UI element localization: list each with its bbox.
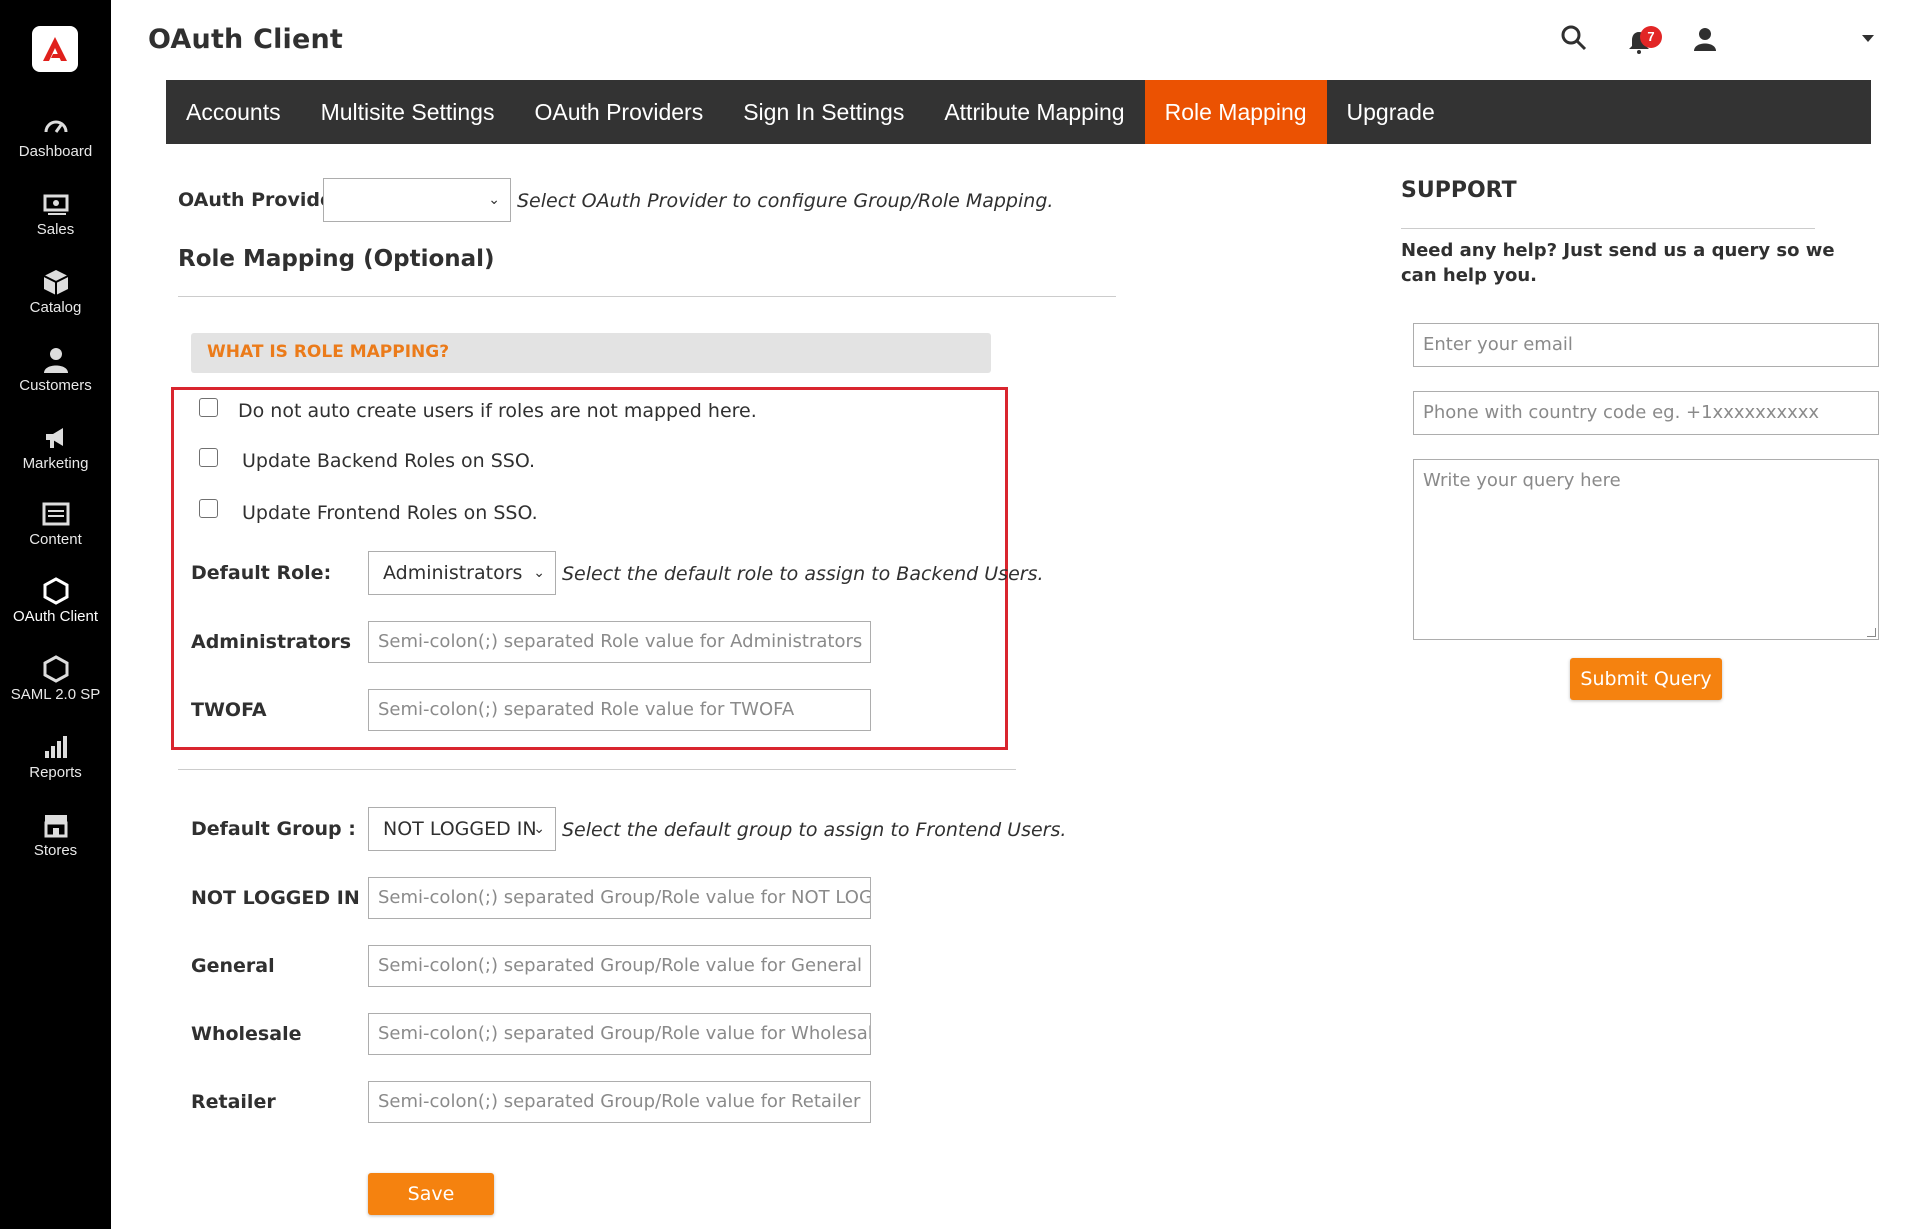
chevron-down-icon: ⌄	[533, 565, 545, 581]
sidebar-item-sales[interactable]: Sales	[0, 190, 111, 238]
group-label-general: General	[191, 955, 275, 977]
sidebar-item-label: Catalog	[29, 299, 82, 316]
provider-hint: Select OAuth Provider to configure Group…	[517, 190, 1054, 212]
support-phone-input[interactable]: Phone with country code eg. +1xxxxxxxxxx	[1413, 391, 1879, 435]
tab-upgrade[interactable]: Upgrade	[1327, 80, 1455, 144]
sidebar-item-reports[interactable]: Reports	[0, 733, 111, 781]
role-label-administrators: Administrators	[191, 631, 352, 653]
tab-accounts[interactable]: Accounts	[166, 80, 301, 144]
admin-sidebar: Dashboard Sales Catalog Customers Market…	[0, 0, 111, 1229]
no-auto-create-checkbox[interactable]	[199, 398, 218, 417]
user-icon[interactable]	[1692, 26, 1718, 52]
stores-icon	[44, 815, 67, 838]
sidebar-item-marketing[interactable]: Marketing	[0, 424, 111, 472]
default-group-select[interactable]: NOT LOGGED IN ⌄	[368, 807, 556, 851]
group-not-logged-in-input[interactable]: Semi-colon(;) separated Group/Role value…	[368, 877, 871, 919]
group-label-not-logged-in: NOT LOGGED IN	[191, 887, 360, 909]
checkbox-label: Do not auto create users if roles are no…	[238, 400, 757, 422]
sidebar-item-label: OAuth Client	[12, 608, 99, 625]
tab-attribute-mapping[interactable]: Attribute Mapping	[924, 80, 1144, 144]
group-wholesale-input[interactable]: Semi-colon(;) separated Group/Role value…	[368, 1013, 871, 1055]
page-title: OAuth Client	[148, 24, 344, 55]
marketing-icon	[45, 428, 63, 448]
sidebar-item-saml-sp[interactable]: SAML 2.0 SP	[0, 655, 111, 703]
divider	[178, 769, 1016, 770]
support-query-placeholder: Write your query here	[1423, 470, 1621, 491]
sidebar-item-label: Reports	[29, 764, 82, 781]
section-title: Role Mapping (Optional)	[178, 246, 495, 272]
group-general-input[interactable]: Semi-colon(;) separated Group/Role value…	[368, 945, 871, 987]
sidebar-item-dashboard[interactable]: Dashboard	[0, 112, 111, 160]
hexagon-icon	[43, 655, 68, 683]
role-administrators-input[interactable]: Semi-colon(;) separated Role value for A…	[368, 621, 871, 663]
sidebar-item-label: Customers	[19, 377, 92, 394]
what-is-role-mapping-label: WHAT IS ROLE MAPPING?	[207, 342, 450, 362]
sidebar-item-customers[interactable]: Customers	[0, 346, 111, 394]
sidebar-item-label: Content	[29, 531, 82, 548]
sidebar-item-catalog[interactable]: Catalog	[0, 268, 111, 316]
tab-role-mapping[interactable]: Role Mapping	[1144, 80, 1327, 144]
group-retailer-input[interactable]: Semi-colon(;) separated Group/Role value…	[368, 1081, 871, 1123]
sidebar-item-label: SAML 2.0 SP	[10, 686, 101, 703]
role-twofa-input[interactable]: Semi-colon(;) separated Role value for T…	[368, 689, 871, 731]
sidebar-item-content[interactable]: Content	[0, 500, 111, 548]
tab-oauth-providers[interactable]: OAuth Providers	[514, 80, 723, 144]
reports-icon	[44, 736, 67, 758]
sidebar-item-label: Sales	[36, 221, 75, 238]
default-group-select-value: NOT LOGGED IN	[383, 818, 537, 840]
default-role-hint: Select the default role to assign to Bac…	[562, 563, 1044, 585]
support-title: SUPPORT	[1401, 178, 1517, 203]
chevron-down-icon: ⌄	[488, 192, 500, 208]
chevron-down-icon[interactable]	[1862, 35, 1874, 43]
divider	[178, 296, 1116, 297]
sidebar-item-label: Dashboard	[18, 143, 93, 160]
sidebar-item-label: Marketing	[22, 455, 89, 472]
sidebar-item-oauth-client[interactable]: OAuth Client	[0, 577, 111, 625]
support-email-input[interactable]: Enter your email	[1413, 323, 1879, 367]
default-group-hint: Select the default group to assign to Fr…	[562, 819, 1067, 841]
tab-sign-in-settings[interactable]: Sign In Settings	[723, 80, 924, 144]
update-backend-roles-checkbox[interactable]	[199, 448, 218, 467]
tab-bar: Accounts Multisite Settings OAuth Provid…	[166, 80, 1871, 144]
role-label-twofa: TWOFA	[191, 699, 267, 721]
default-role-select[interactable]: Administrators ⌄	[368, 551, 556, 595]
customers-icon	[43, 348, 68, 373]
checkbox-label: Update Backend Roles on SSO.	[242, 450, 536, 472]
adobe-logo[interactable]	[32, 26, 78, 72]
resize-handle[interactable]	[1867, 628, 1876, 637]
content-icon	[42, 502, 69, 526]
notification-badge[interactable]: 7	[1640, 26, 1662, 48]
sales-icon	[43, 194, 68, 215]
search-icon[interactable]	[1560, 24, 1588, 52]
chevron-down-icon: ⌄	[533, 821, 545, 837]
sidebar-item-label: Stores	[33, 842, 78, 859]
default-role-select-value: Administrators	[383, 562, 523, 584]
tab-multisite-settings[interactable]: Multisite Settings	[301, 80, 515, 144]
provider-select[interactable]: ⌄	[323, 178, 511, 222]
divider	[1401, 228, 1815, 229]
group-label-retailer: Retailer	[191, 1091, 276, 1113]
what-is-role-mapping[interactable]: WHAT IS ROLE MAPPING?	[191, 333, 991, 373]
support-help-text: Need any help? Just send us a query so w…	[1401, 240, 1835, 286]
group-label-wholesale: Wholesale	[191, 1023, 302, 1045]
save-button[interactable]: Save	[368, 1173, 494, 1215]
default-group-label: Default Group :	[191, 818, 356, 840]
default-role-label: Default Role:	[191, 562, 332, 584]
catalog-icon	[43, 270, 68, 295]
checkbox-label: Update Frontend Roles on SSO.	[242, 502, 538, 524]
sidebar-item-stores[interactable]: Stores	[0, 811, 111, 859]
support-query-textarea[interactable]: Write your query here	[1413, 459, 1879, 640]
update-frontend-roles-checkbox[interactable]	[199, 499, 218, 518]
submit-query-button[interactable]: Submit Query	[1570, 658, 1722, 700]
dashboard-icon	[44, 120, 67, 133]
hexagon-icon	[43, 577, 68, 605]
